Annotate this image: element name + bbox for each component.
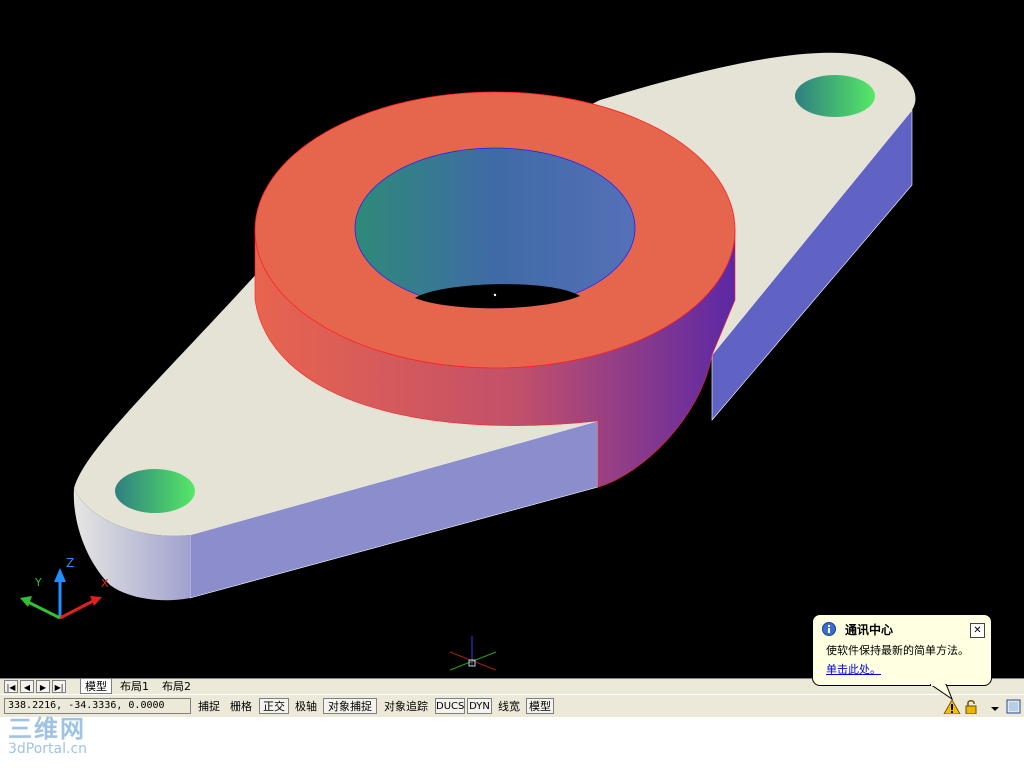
tab-layout2[interactable]: 布局2 xyxy=(158,679,195,694)
balloon-message: 使软件保持最新的简单方法。 xyxy=(826,644,969,657)
clean-screen-icon[interactable] xyxy=(1006,699,1021,714)
axis-label-y: Y xyxy=(34,576,42,589)
toggle-model-space[interactable]: 模型 xyxy=(526,698,554,714)
balloon-link[interactable]: 单击此处。 xyxy=(826,661,881,677)
toggle-ducs[interactable]: DUCS xyxy=(435,698,465,714)
coordinate-readout[interactable]: 338.2216, -34.3336, 0.0000 xyxy=(4,698,191,714)
model-viewport[interactable]: Z Y X xyxy=(0,0,1024,678)
toggle-otrack[interactable]: 对象追踪 xyxy=(379,698,433,714)
toggle-dyn[interactable]: DYN xyxy=(467,698,492,714)
tab-first-button[interactable]: |◀ xyxy=(4,680,18,693)
balloon-tail xyxy=(930,684,953,700)
status-bar: 338.2216, -34.3336, 0.0000 捕捉 栅格 正交 极轴 对… xyxy=(0,694,1024,717)
lock-icon[interactable] xyxy=(965,700,977,714)
toggle-lineweight[interactable]: 线宽 xyxy=(494,698,524,714)
toggle-snap[interactable]: 捕捉 xyxy=(194,698,224,714)
balloon-title: 通讯中心 xyxy=(845,623,894,637)
tab-last-button[interactable]: ▶| xyxy=(52,680,66,693)
toggle-ortho[interactable]: 正交 xyxy=(259,698,289,714)
boss-bore xyxy=(354,147,636,309)
axis-label-x: X xyxy=(101,577,109,590)
notification-balloon: 通讯中心 ✕ 使软件保持最新的简单方法。 单击此处。 xyxy=(812,614,992,686)
watermark-logo: 三维网 3dPortal.cn xyxy=(8,716,87,756)
ucs-icon xyxy=(20,568,102,620)
communication-center-icon[interactable] xyxy=(943,698,961,714)
tab-layout1[interactable]: 布局1 xyxy=(116,679,153,694)
status-tray xyxy=(943,698,1021,714)
hole-right xyxy=(795,75,875,117)
hole-left xyxy=(115,469,195,513)
tab-prev-button[interactable]: ◀ xyxy=(20,680,34,693)
origin-marker xyxy=(449,636,497,671)
toggle-grid[interactable]: 栅格 xyxy=(226,698,256,714)
info-icon xyxy=(822,622,836,636)
close-button[interactable]: ✕ xyxy=(970,623,985,638)
tab-next-button[interactable]: ▶ xyxy=(36,680,50,693)
watermark-title: 三维网 xyxy=(8,715,86,743)
chevron-down-icon[interactable] xyxy=(991,707,999,711)
tab-model[interactable]: 模型 xyxy=(80,679,112,694)
toggle-osnap[interactable]: 对象捕捉 xyxy=(323,698,377,714)
watermark-url: 3dPortal.cn xyxy=(8,741,88,757)
toggle-polar[interactable]: 极轴 xyxy=(291,698,321,714)
model-3d-drawing: Z Y X xyxy=(20,52,916,671)
axis-label-z: Z xyxy=(66,556,74,570)
